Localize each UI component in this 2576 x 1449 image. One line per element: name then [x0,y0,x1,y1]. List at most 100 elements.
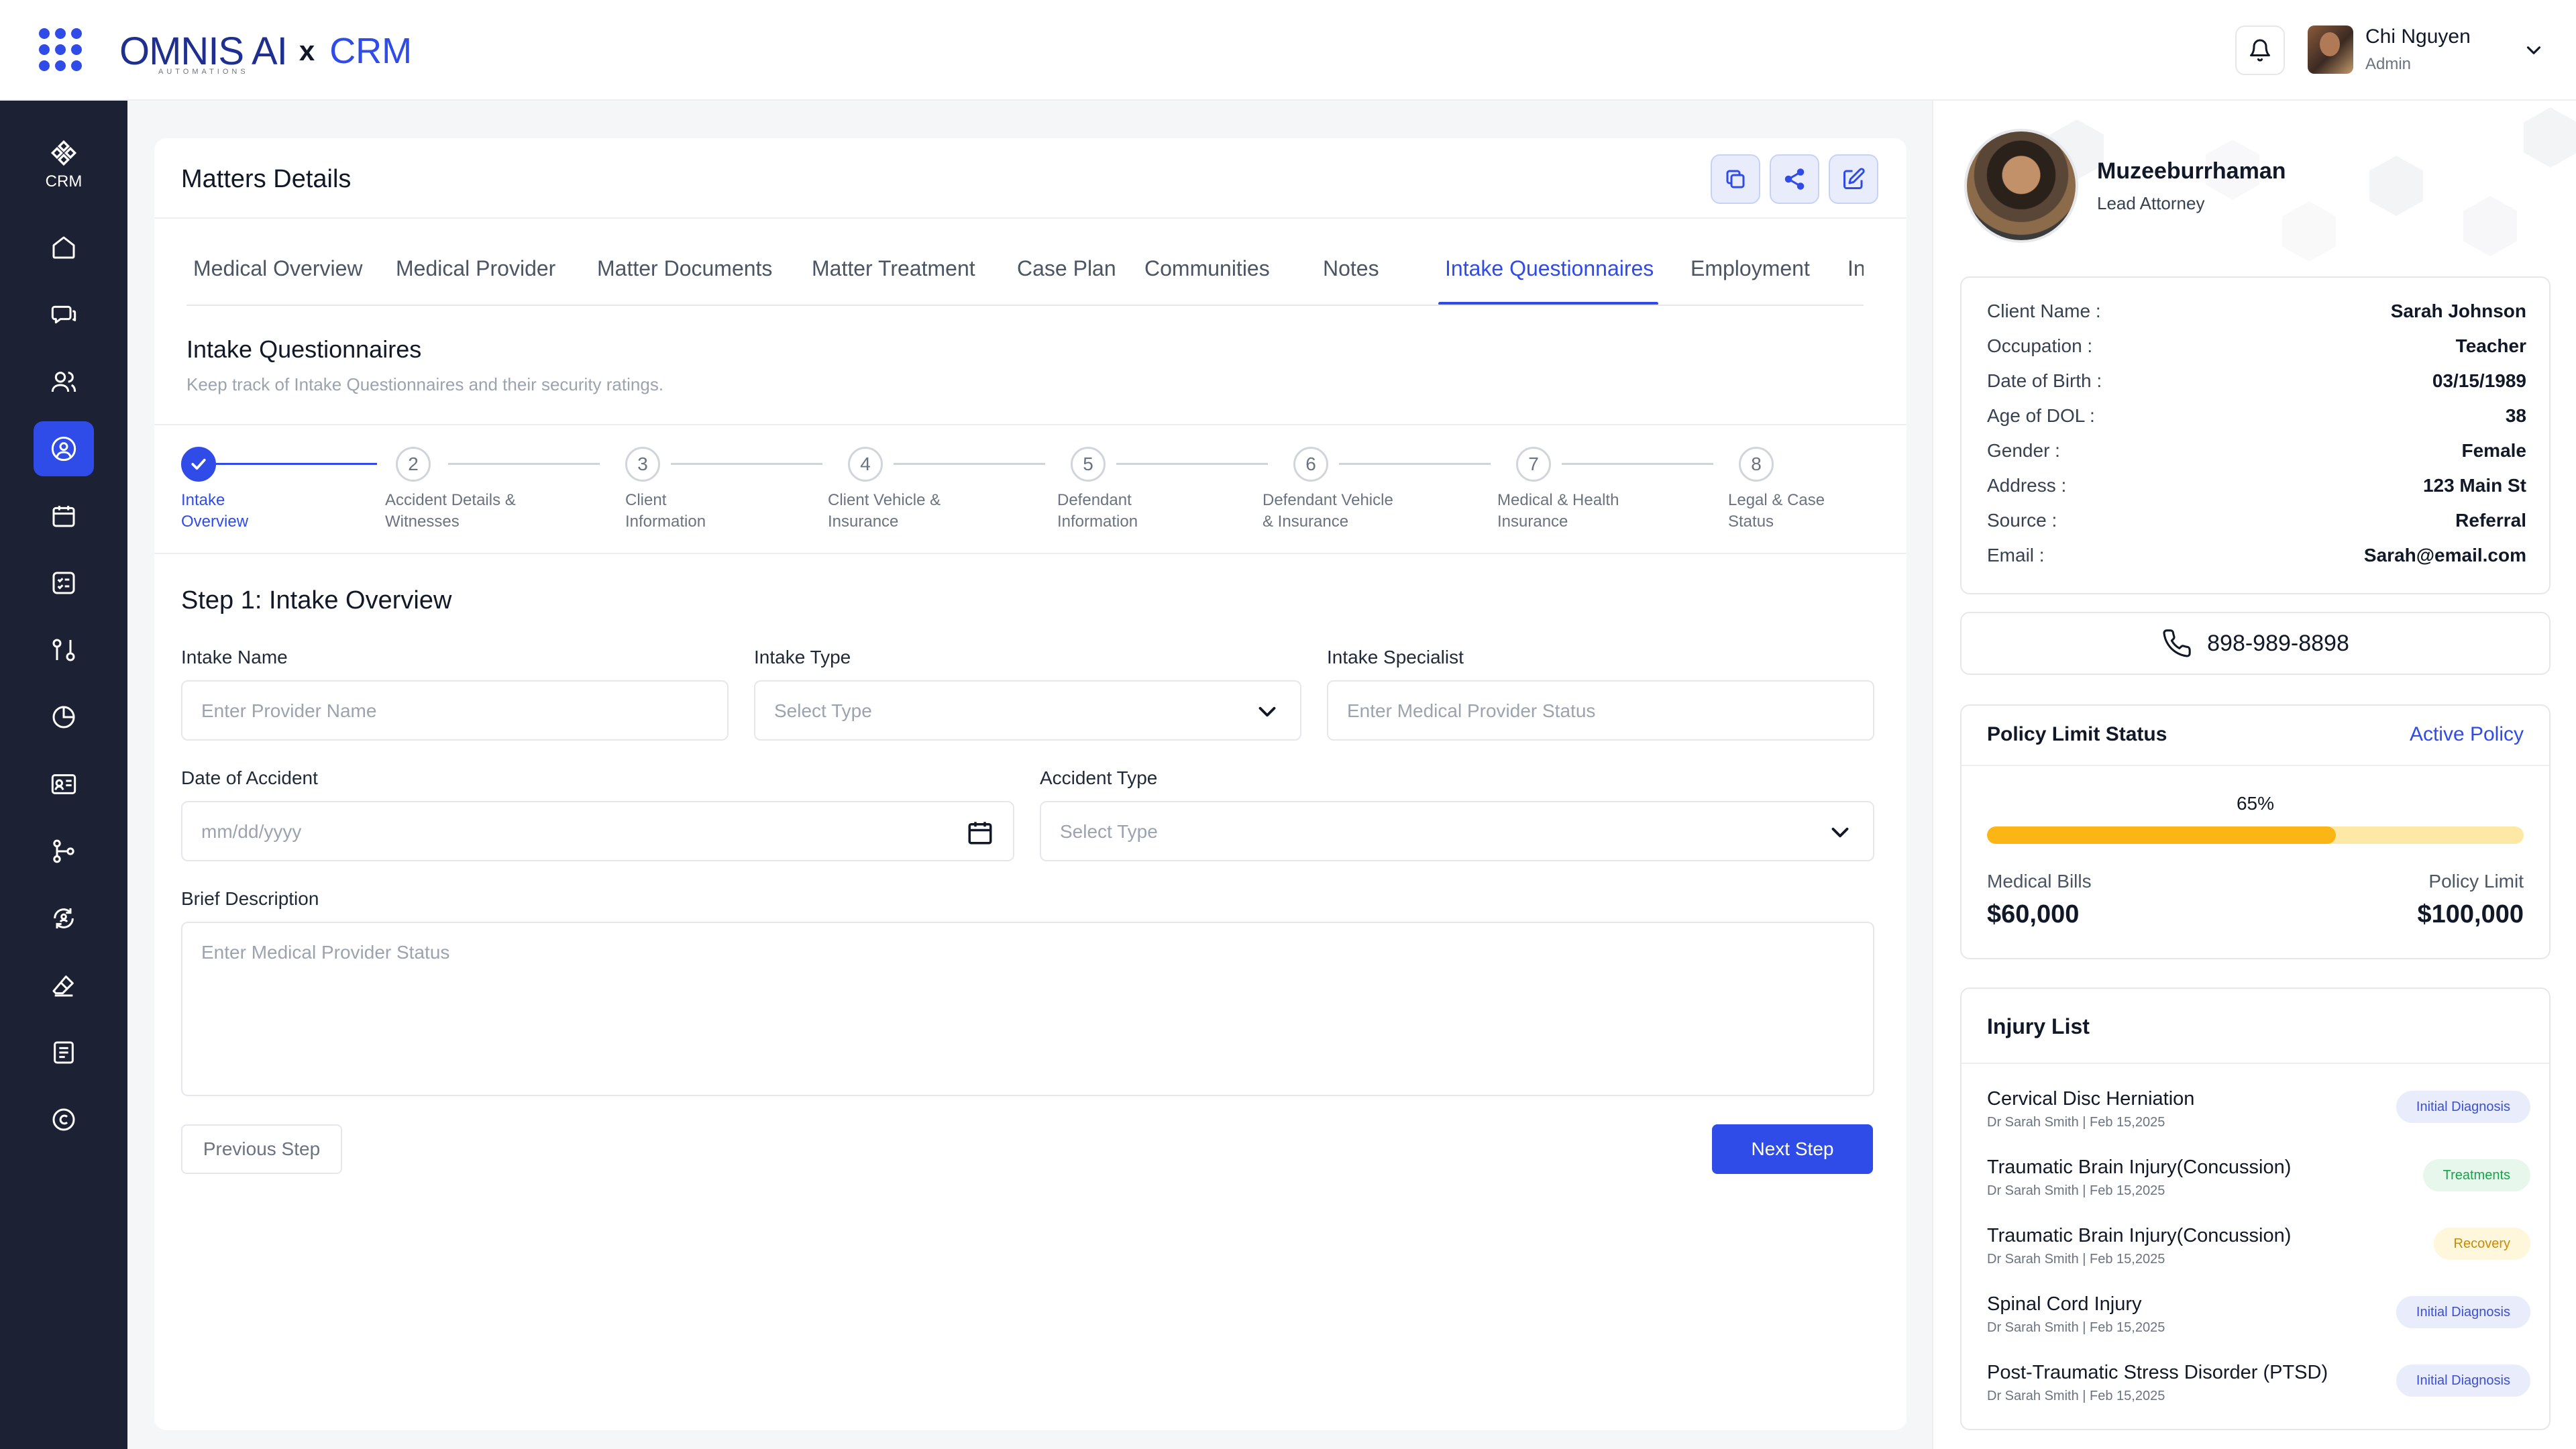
calendar-icon[interactable] [966,818,994,847]
sidebar-item-cards[interactable] [34,757,94,812]
step-2-circle[interactable]: 2 [396,447,431,482]
sidebar-item-calendar[interactable] [34,488,94,543]
detail-value: Referral [2455,510,2526,531]
step-8-circle[interactable]: 8 [1739,447,1774,482]
sidebar-item-sync[interactable] [34,891,94,946]
sidebar-item-copyright[interactable] [34,1092,94,1147]
step-4-label[interactable]: Client Vehicle & Insurance [828,490,1002,533]
intake-type-select[interactable]: Select Type [754,680,1301,741]
injury-item[interactable]: Traumatic Brain Injury(Concussion) Dr Sa… [1987,1225,2530,1285]
step-label-line: Client Vehicle & [828,491,941,509]
detail-value: Teacher [2455,335,2526,356]
detail-key: Email : [1987,545,2045,566]
injury-item[interactable]: Traumatic Brain Injury(Concussion) Dr Sa… [1987,1157,2530,1217]
git-compare-icon [52,639,75,661]
tab-communities[interactable]: Communities [1144,256,1270,281]
step-1-label[interactable]: Intake Overview [181,490,356,533]
sidebar-item-notes[interactable] [34,1025,94,1080]
sidebar-item-eraser[interactable] [34,958,94,1013]
medical-bills-value: $60,000 [1987,900,2080,928]
id-card-icon [51,774,76,794]
client-email[interactable]: Sarah@email.com [2364,545,2526,566]
sidebar-item-reports[interactable] [34,690,94,745]
injury-list-card: Injury List Cervical Disc Herniation Dr … [1960,987,2551,1430]
refresh-user-icon [54,908,74,928]
sidebar-brand[interactable]: CRM [0,140,127,191]
active-policy-link[interactable]: Active Policy [2410,723,2524,746]
stepper-divider [154,553,1907,554]
tab-matter-documents[interactable]: Matter Documents [597,256,772,281]
step-6-circle[interactable]: 6 [1293,447,1328,482]
policy-limit-card: Policy Limit Status Active Policy 65% Me… [1960,704,2551,959]
user-avatar[interactable] [2308,25,2353,74]
step-6-label[interactable]: Defendant Vehicle & Insurance [1263,490,1437,533]
sidebar-item-users[interactable] [34,354,94,409]
section-title: Intake Questionnaires [186,335,422,363]
brief-description-textarea[interactable]: Enter Medical Provider Status [181,922,1874,1096]
notes-icon [54,1041,74,1064]
checklist-icon [52,572,75,594]
sidebar-item-workflow[interactable] [34,824,94,879]
step-3-circle[interactable]: 3 [625,447,660,482]
step-3-label[interactable]: Client Information [625,490,800,533]
injury-name: Spinal Cord Injury [1987,1293,2142,1315]
tab-insurance[interactable]: Insura [1847,256,1864,281]
apps-grid-icon[interactable] [39,28,82,71]
attorney-role: Lead Attorney [2097,193,2205,213]
tab-medical-overview[interactable]: Medical Overview [193,256,363,281]
top-bar: OMNIS AI AUTOMATIONS x CRM Chi Nguyen Ad… [0,0,2576,101]
phone-card[interactable]: 898-989-8898 [1960,612,2551,675]
step-5-circle[interactable]: 5 [1071,447,1106,482]
sidebar-item-tasks[interactable] [34,555,94,610]
accident-type-select[interactable]: Select Type [1040,801,1874,861]
step-connector [894,463,1045,465]
copy-button[interactable] [1711,154,1760,204]
detail-key: Occupation : [1987,335,2093,356]
injury-status-badge: Treatments [2422,1159,2530,1191]
user-name[interactable]: Chi Nguyen [2365,25,2471,48]
sidebar-item-home[interactable] [34,220,94,275]
tab-matter-treatment[interactable]: Matter Treatment [812,256,975,281]
intake-specialist-input[interactable]: Enter Medical Provider Status [1327,680,1874,741]
next-step-button[interactable]: Next Step [1712,1124,1873,1174]
edit-button[interactable] [1829,154,1878,204]
step-7-circle[interactable]: 7 [1516,447,1551,482]
step-4-circle[interactable]: 4 [848,447,883,482]
tab-intake-questionnaires[interactable]: Intake Questionnaires [1445,256,1654,281]
date-of-accident-input[interactable]: mm/dd/yyyy [181,801,1014,861]
previous-step-button[interactable]: Previous Step [181,1124,342,1174]
notifications-button[interactable] [2235,25,2285,75]
active-tab-indicator [1438,302,1658,305]
client-detail-row: Client Name : Sarah Johnson [1987,301,2526,327]
step-5-label[interactable]: Defendant Information [1057,490,1232,533]
detail-value: 38 [2505,405,2526,426]
app-logo[interactable]: OMNIS AI AUTOMATIONS x CRM [119,24,412,78]
tab-employment[interactable]: Employment [1690,256,1810,281]
step-connector [671,463,822,465]
injury-meta: Dr Sarah Smith | Feb 15,2025 [1987,1115,2165,1130]
tab-case-plan[interactable]: Case Plan [1017,256,1116,281]
user-circle-icon [51,436,76,462]
injury-item[interactable]: Post-Traumatic Stress Disorder (PTSD) Dr… [1987,1362,2530,1422]
bell-icon [2250,39,2270,62]
accident-type-label: Accident Type [1040,767,1158,788]
injury-item[interactable]: Spinal Cord Injury Dr Sarah Smith | Feb … [1987,1293,2530,1354]
attorney-avatar [1964,129,2078,243]
tab-notes[interactable]: Notes [1323,256,1379,281]
sidebar-item-compare[interactable] [34,623,94,678]
intake-specialist-label: Intake Specialist [1327,647,1464,667]
tab-medical-provider[interactable]: Medical Provider [396,256,555,281]
share-button[interactable] [1770,154,1819,204]
logo-separator: x [299,35,315,66]
step-7-label[interactable]: Medical & Health Insurance [1497,490,1672,533]
step-8-label[interactable]: Legal & Case Status [1728,490,1902,533]
detail-value: Female [2461,440,2527,461]
chevron-down-icon[interactable] [2522,39,2545,62]
sidebar-item-chat[interactable] [34,287,94,342]
step-2-label[interactable]: Accident Details & Witnesses [385,490,559,533]
intake-name-input[interactable]: Enter Provider Name [181,680,729,741]
step-1-circle[interactable] [181,447,216,482]
injury-item[interactable]: Cervical Disc Herniation Dr Sarah Smith … [1987,1088,2530,1148]
injury-meta: Dr Sarah Smith | Feb 15,2025 [1987,1320,2165,1335]
sidebar-item-contacts[interactable] [34,421,94,476]
